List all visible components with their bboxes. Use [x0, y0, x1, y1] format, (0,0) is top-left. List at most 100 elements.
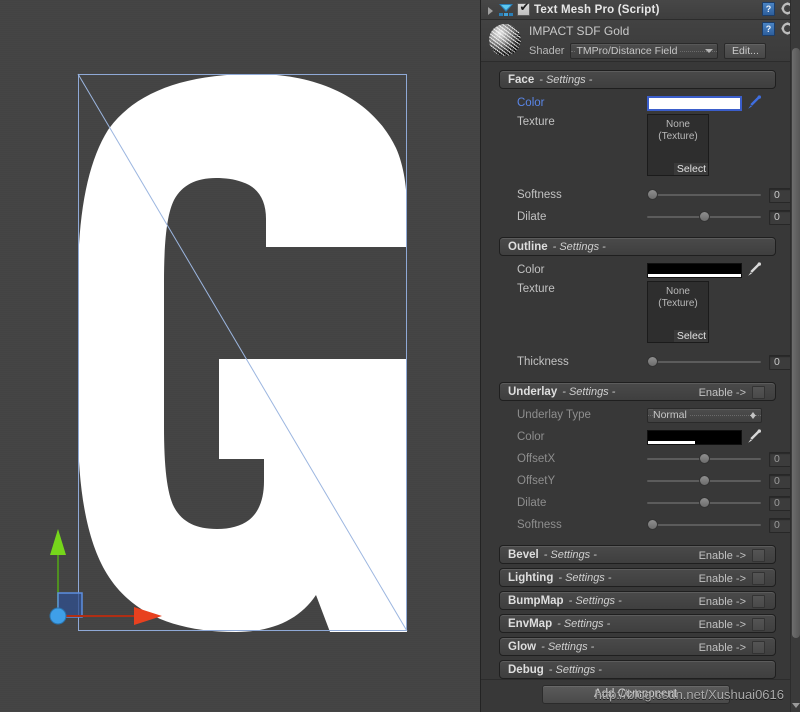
slider-outline-2[interactable]: [647, 354, 761, 370]
alpha-indicator: [648, 274, 741, 277]
alpha-indicator: [648, 441, 695, 444]
row-dropdown-underlay: Underlay Type Normal: [517, 404, 762, 426]
section-rows-outline: Color Texture None (Texture): [499, 256, 776, 378]
texture-object-field-face[interactable]: None (Texture) Select: [647, 114, 709, 176]
section-subtitle: - Settings -: [539, 74, 592, 86]
text-mesh-pro-icon: [498, 3, 514, 17]
section-header-debug[interactable]: Debug- Settings -: [499, 660, 776, 679]
row-slider-underlay-2: OffsetX 0: [517, 448, 762, 470]
color-swatch-outline[interactable]: [647, 263, 742, 278]
row-texture-face: Texture None (Texture) Select: [517, 114, 762, 184]
help-book-icon[interactable]: [762, 22, 775, 36]
slider-knob[interactable]: [699, 475, 710, 486]
section-glow: Glow- Settings - Enable ->: [499, 637, 776, 656]
section-debug: Debug- Settings -: [499, 660, 776, 679]
add-component-button[interactable]: Add Component: [542, 685, 730, 704]
slider-knob[interactable]: [647, 519, 658, 530]
gizmo-x-arrow: [134, 607, 162, 625]
foldout-arrow-icon[interactable]: [485, 4, 497, 16]
section-bevel: Bevel- Settings - Enable ->: [499, 545, 776, 564]
section-enable-checkbox-envmap[interactable]: [752, 618, 765, 631]
section-outline: Outline- Settings -Color Texture None: [499, 237, 776, 378]
property-label: Dilate: [517, 211, 647, 223]
row-texture-outline: Texture None (Texture) Select: [517, 281, 762, 351]
transform-move-gizmo[interactable]: [36, 525, 166, 635]
slider-underlay-5[interactable]: [647, 517, 761, 533]
section-face: Face- Settings -Color Texture None: [499, 70, 776, 233]
eyedropper-icon[interactable]: [746, 262, 762, 278]
section-header-envmap[interactable]: EnvMap- Settings - Enable ->: [499, 614, 776, 633]
scrollbar-thumb[interactable]: [792, 48, 800, 638]
section-enable-checkbox-bevel[interactable]: [752, 549, 765, 562]
inspector-panel: Text Mesh Pro (Script): [480, 0, 800, 712]
component-header-text-mesh-pro[interactable]: Text Mesh Pro (Script): [481, 0, 800, 20]
section-enable-checkbox-bumpmap[interactable]: [752, 595, 765, 608]
texture-object-field-outline[interactable]: None (Texture) Select: [647, 281, 709, 343]
section-title: Debug: [508, 664, 544, 676]
section-header-outline[interactable]: Outline- Settings -: [499, 237, 776, 256]
row-color-outline: Color: [517, 259, 762, 281]
underlay-type-value: Normal: [653, 409, 690, 421]
section-rows-underlay: Underlay Type Normal Color O: [499, 401, 776, 541]
material-preview-sphere[interactable]: [489, 24, 521, 56]
color-swatch-underlay[interactable]: [647, 430, 742, 445]
section-enable-checkbox-glow[interactable]: [752, 641, 765, 654]
property-label: Color: [517, 264, 647, 276]
slider-underlay-3[interactable]: [647, 473, 761, 489]
slider-knob[interactable]: [699, 453, 710, 464]
slider-underlay-2[interactable]: [647, 451, 761, 467]
help-book-icon[interactable]: [762, 2, 775, 16]
shader-edit-button[interactable]: Edit...: [724, 43, 766, 59]
slider-face-3[interactable]: [647, 209, 761, 225]
property-label: Color: [517, 97, 647, 109]
section-enable-group: Enable ->: [699, 638, 769, 657]
component-enabled-checkbox[interactable]: [517, 3, 530, 16]
section-header-bevel[interactable]: Bevel- Settings - Enable ->: [499, 545, 776, 564]
enable-label: Enable ->: [699, 573, 746, 585]
underlay-type-dropdown[interactable]: Normal: [647, 408, 762, 423]
texture-none-line2: (Texture): [658, 131, 697, 142]
section-title: Bevel: [508, 549, 539, 561]
texture-select-button[interactable]: Select: [674, 163, 708, 175]
section-subtitle: - Settings -: [558, 572, 611, 584]
eyedropper-icon[interactable]: [746, 95, 762, 111]
section-title: BumpMap: [508, 595, 564, 607]
property-label: Softness: [517, 189, 647, 201]
texture-none-line1: None: [666, 286, 690, 297]
section-header-face[interactable]: Face- Settings -: [499, 70, 776, 89]
footer-separator: [481, 679, 790, 680]
chevron-down-icon[interactable]: [792, 703, 800, 708]
inspector-scrollbar[interactable]: [790, 0, 800, 712]
texture-none-line2: (Texture): [658, 298, 697, 309]
scene-view[interactable]: [0, 0, 480, 712]
row-slider-underlay-3: OffsetY 0: [517, 470, 762, 492]
row-color-underlay: Color: [517, 426, 762, 448]
eyedropper-icon[interactable]: [746, 429, 762, 445]
shader-dropdown[interactable]: TMPro/Distance Field: [570, 43, 718, 59]
section-enable-group: Enable ->: [699, 569, 769, 588]
enable-label: Enable ->: [699, 387, 746, 399]
section-enable-checkbox-underlay[interactable]: [752, 386, 765, 399]
property-label: OffsetX: [517, 453, 647, 465]
row-slider-face-2: Softness 0: [517, 184, 762, 206]
section-header-lighting[interactable]: Lighting- Settings - Enable ->: [499, 568, 776, 587]
slider-knob[interactable]: [699, 211, 710, 222]
unity-editor-window: Text Mesh Pro (Script): [0, 0, 800, 712]
section-header-underlay[interactable]: Underlay- Settings - Enable ->: [499, 382, 776, 401]
property-label: Texture: [517, 116, 647, 128]
section-header-bumpmap[interactable]: BumpMap- Settings - Enable ->: [499, 591, 776, 610]
slider-knob[interactable]: [647, 356, 658, 367]
section-header-glow[interactable]: Glow- Settings - Enable ->: [499, 637, 776, 656]
row-slider-underlay-4: Dilate 0: [517, 492, 762, 514]
row-slider-outline-2: Thickness 0: [517, 351, 762, 373]
slider-face-2[interactable]: [647, 187, 761, 203]
property-label: OffsetY: [517, 475, 647, 487]
slider-underlay-4[interactable]: [647, 495, 761, 511]
section-enable-group: Enable ->: [699, 546, 769, 565]
color-swatch-face[interactable]: [647, 96, 742, 111]
slider-knob[interactable]: [699, 497, 710, 508]
texture-select-button[interactable]: Select: [674, 330, 708, 342]
section-title: Glow: [508, 641, 536, 653]
slider-knob[interactable]: [647, 189, 658, 200]
section-enable-checkbox-lighting[interactable]: [752, 572, 765, 585]
